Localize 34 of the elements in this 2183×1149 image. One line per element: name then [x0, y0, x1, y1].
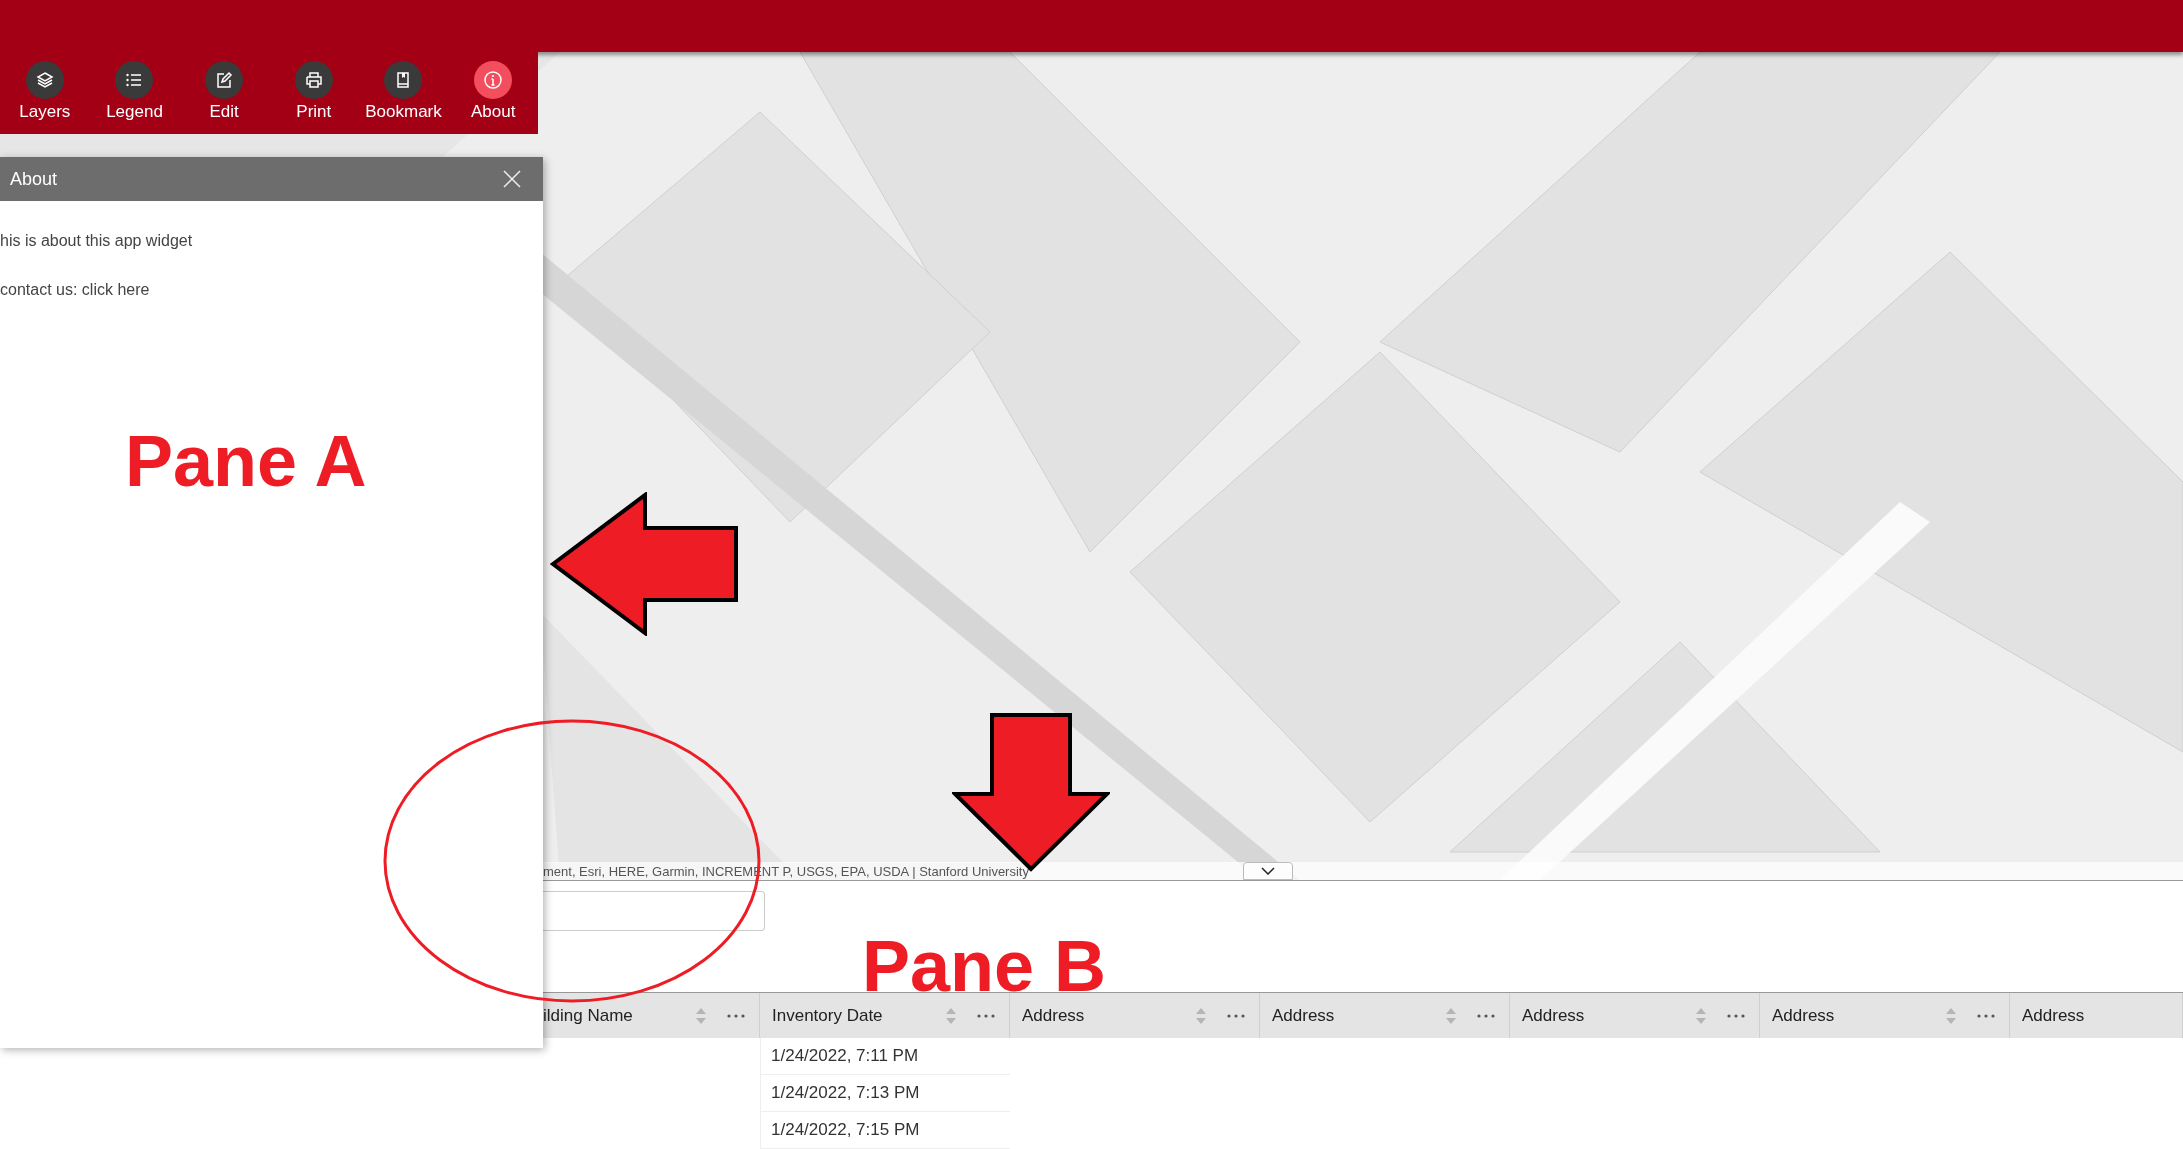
column-header[interactable]: Address — [1510, 993, 1760, 1038]
info-icon — [483, 70, 504, 90]
toolbar-button[interactable]: Edit — [179, 52, 269, 134]
table-cell: 1/24/2022, 7:13 PM — [760, 1075, 1010, 1112]
toolbar-button[interactable]: Bookmark — [358, 52, 449, 134]
more-icon[interactable] — [1727, 1013, 1745, 1018]
search-field[interactable] — [543, 891, 765, 931]
toolbar-button[interactable]: Legend — [89, 52, 180, 134]
panel-text: contact us: click here — [0, 280, 151, 300]
column-header[interactable]: Address — [1260, 993, 1510, 1038]
printer-icon — [303, 70, 324, 90]
toolbar-button[interactable]: Layers — [0, 52, 90, 134]
chevron-down-icon — [1261, 867, 1275, 875]
panel-title: About — [10, 167, 58, 191]
table-cell: 1/24/2022, 7:11 PM — [760, 1038, 1010, 1075]
more-icon[interactable] — [727, 1013, 745, 1018]
close-button[interactable] — [501, 168, 523, 190]
layers-icon — [34, 70, 55, 90]
column-header[interactable]: Address — [1760, 993, 2010, 1038]
more-icon[interactable] — [1477, 1013, 1495, 1018]
more-icon[interactable] — [1977, 1013, 1995, 1018]
toolbar-button[interactable]: Print — [269, 52, 359, 134]
close-icon — [503, 170, 521, 188]
more-icon[interactable] — [1227, 1013, 1245, 1018]
annotation-label: Pane A — [125, 425, 367, 497]
table-cell: 1/24/2022, 7:15 PM — [760, 1112, 1010, 1149]
column-header[interactable]: Inventory Date — [760, 993, 1010, 1038]
toolbar-button[interactable]: About — [448, 52, 538, 134]
edit-icon — [214, 70, 235, 90]
more-icon[interactable] — [977, 1013, 995, 1018]
collapse-button[interactable] — [1243, 862, 1293, 880]
panel-text: his is about this app widget — [0, 231, 194, 251]
column-header[interactable]: Address — [2010, 993, 2183, 1038]
column-header[interactable]: Address — [1010, 993, 1260, 1038]
